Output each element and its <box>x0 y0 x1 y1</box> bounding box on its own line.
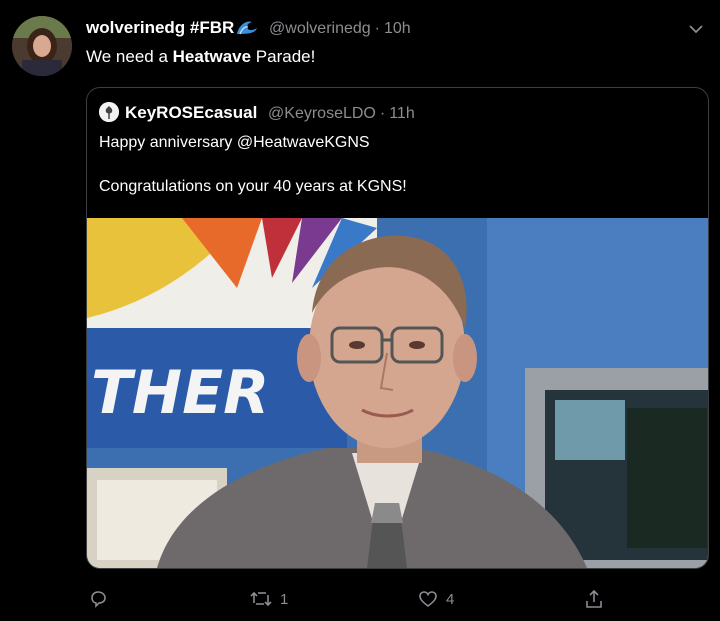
tweet-text-bold: Heatwave <box>172 47 252 66</box>
avatar[interactable] <box>12 16 72 76</box>
quoted-text-line-2: Congratulations on your 40 years at KGNS… <box>99 178 407 195</box>
tweet-text: We need a Heatwave Parade! <box>86 47 315 67</box>
share-icon <box>584 589 604 609</box>
timestamp[interactable]: 10h <box>384 20 411 37</box>
quoted-separator-dot: · <box>379 105 386 122</box>
retweet-count: 1 <box>280 590 289 608</box>
reply-icon <box>88 589 108 609</box>
quoted-timestamp[interactable]: 11h <box>389 105 415 122</box>
tweet-header: wolverinedg #FBR @wolverinedg · 10h <box>86 18 411 40</box>
retweet-button[interactable]: 1 <box>250 589 288 609</box>
tweet-text-suffix: Parade! <box>251 47 316 66</box>
photo-sign-text: THER <box>91 358 269 428</box>
tweet[interactable]: wolverinedg #FBR @wolverinedg · 10h We nee… <box>0 0 720 621</box>
tweet-text-prefix: We need a <box>86 47 173 66</box>
like-button[interactable]: 4 <box>418 589 454 609</box>
quoted-tweet[interactable]: KeyROSEcasual @KeyroseLDO · 11h Happy anni… <box>86 87 709 569</box>
handle[interactable]: @wolverinedg <box>269 20 371 37</box>
separator-dot: · <box>374 20 380 37</box>
quoted-text-line-1: Happy anniversary @HeatwaveKGNS <box>99 134 370 151</box>
heart-icon <box>418 589 438 609</box>
display-name[interactable]: wolverinedg #FBR <box>86 18 234 37</box>
wave-emoji-icon <box>236 19 258 40</box>
tweet-actions: 1 4 <box>0 585 720 615</box>
reply-button[interactable] <box>88 589 108 609</box>
chevron-down-icon[interactable] <box>688 22 704 34</box>
quoted-avatar-icon <box>99 102 119 122</box>
quoted-display-name[interactable]: KeyROSEcasual <box>125 103 257 122</box>
quoted-photo[interactable]: THER <box>87 218 708 568</box>
share-button[interactable] <box>584 589 604 609</box>
retweet-icon <box>250 589 272 609</box>
quoted-header: KeyROSEcasual @KeyroseLDO · 11h <box>99 102 415 123</box>
quoted-handle[interactable]: @KeyroseLDO <box>268 105 376 122</box>
like-count: 4 <box>446 590 455 608</box>
